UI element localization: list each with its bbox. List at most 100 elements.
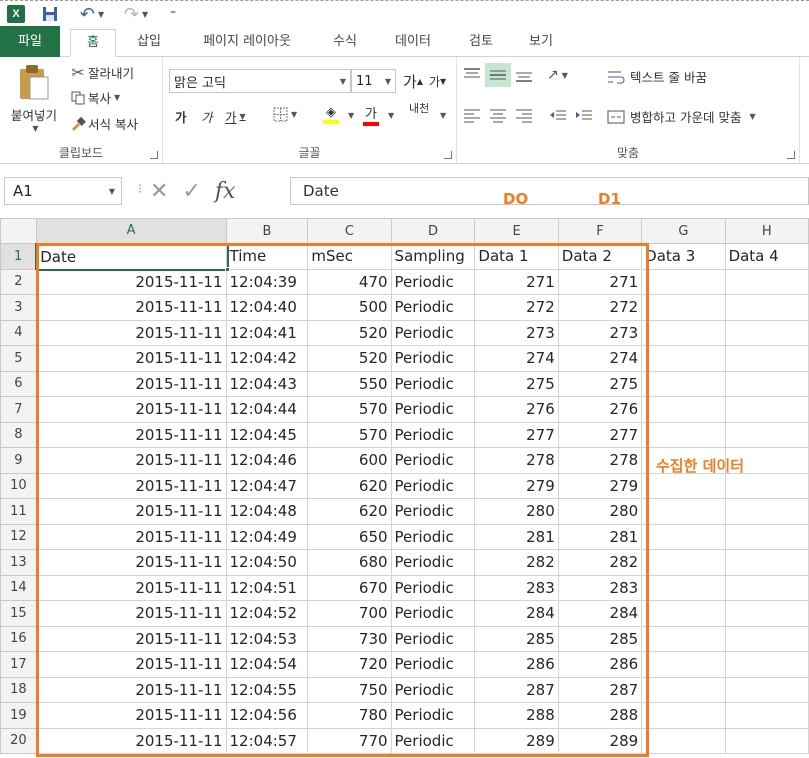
column-header-g[interactable]: G [641,218,726,244]
cell-h17[interactable] [724,651,809,678]
phonetic-dropdown-icon[interactable]: ▼ [440,111,446,120]
copy-button[interactable]: 복사 ▼ [68,88,120,107]
cell-a1[interactable]: Date [35,243,227,270]
borders-button[interactable]: ▼ [273,107,297,122]
cell-d7[interactable]: Periodic [390,396,476,423]
name-box[interactable]: A1 ▼ [4,177,122,205]
cell-h18[interactable] [724,676,809,703]
cell-c13[interactable]: 680 [307,549,392,576]
cell-e20[interactable]: 289 [474,727,559,754]
cell-a11[interactable]: 2015-11-11 [35,498,227,525]
cell-d3[interactable]: Periodic [390,294,476,321]
row-header[interactable]: 8 [0,421,37,448]
cell-e2[interactable]: 271 [474,268,559,295]
clipboard-dialog-launcher-icon[interactable] [150,151,158,159]
cell-f2[interactable]: 271 [557,268,643,295]
row-header[interactable]: 4 [0,319,37,346]
cell-h20[interactable] [724,727,809,754]
font-name-select[interactable]: 맑은 고딕 ▼ [169,69,351,93]
cell-h13[interactable] [724,549,809,576]
enter-icon[interactable]: ✓ [182,179,200,204]
row-header[interactable]: 9 [0,447,37,474]
cell-g2[interactable] [641,268,726,295]
cell-d16[interactable]: Periodic [390,625,476,652]
row-header[interactable]: 5 [0,345,37,372]
fill-handle[interactable] [225,267,230,272]
cell-b6[interactable]: 12:04:43 [225,370,309,397]
cell-b13[interactable]: 12:04:50 [225,549,309,576]
cell-e16[interactable]: 285 [474,625,559,652]
tab-insert[interactable]: 삽입 [124,29,174,57]
font-color-dropdown-icon[interactable]: ▼ [388,111,394,120]
cell-g4[interactable] [641,319,726,346]
cell-h6[interactable] [724,370,809,397]
cell-h1[interactable]: Data 4 [724,243,809,270]
cell-c20[interactable]: 770 [307,727,392,754]
cell-d6[interactable]: Periodic [390,370,476,397]
cell-g18[interactable] [641,676,726,703]
row-header[interactable]: 2 [0,268,37,295]
cell-h2[interactable] [724,268,809,295]
cell-g8[interactable] [641,421,726,448]
cell-c6[interactable]: 550 [307,370,392,397]
tab-page-layout[interactable]: 페이지 레이아웃 [184,29,310,57]
cell-h15[interactable] [724,600,809,627]
cell-e4[interactable]: 273 [474,319,559,346]
redo-button[interactable]: ↷ ▼ [120,4,152,25]
cell-d8[interactable]: Periodic [390,421,476,448]
cell-c5[interactable]: 520 [307,345,392,372]
cell-g20[interactable] [641,727,726,754]
cell-e10[interactable]: 279 [474,472,559,499]
cell-f15[interactable]: 284 [557,600,643,627]
cell-b7[interactable]: 12:04:44 [225,396,309,423]
cell-f13[interactable]: 282 [557,549,643,576]
cell-a2[interactable]: 2015-11-11 [35,268,227,295]
cell-a3[interactable]: 2015-11-11 [35,294,227,321]
cell-c18[interactable]: 750 [307,676,392,703]
cell-h10[interactable] [724,472,809,499]
cell-g17[interactable] [641,651,726,678]
column-header-h[interactable]: H [724,218,809,244]
cell-c10[interactable]: 620 [307,472,392,499]
cell-f4[interactable]: 273 [557,319,643,346]
tab-home[interactable]: 홈 [70,29,116,57]
underline-button[interactable]: 가 ▼ [225,107,246,126]
undo-button[interactable]: ↶ ▼ [76,4,108,25]
cell-e14[interactable]: 283 [474,574,559,601]
cell-a19[interactable]: 2015-11-11 [35,702,227,729]
cell-e5[interactable]: 274 [474,345,559,372]
cell-c11[interactable]: 620 [307,498,392,525]
insert-function-icon[interactable]: fx [215,179,236,204]
row-header[interactable]: 14 [0,574,37,601]
italic-button[interactable]: 가 [201,107,213,126]
cancel-icon[interactable]: ✕ [150,179,168,204]
cell-d17[interactable]: Periodic [390,651,476,678]
font-size-select[interactable]: 11 ▼ [351,69,396,93]
align-left-button[interactable] [463,107,481,123]
cell-d5[interactable]: Periodic [390,345,476,372]
cell-a10[interactable]: 2015-11-11 [35,472,227,499]
align-right-button[interactable] [515,107,533,123]
orientation-button[interactable]: ↗ ▼ [547,67,568,83]
cell-c8[interactable]: 570 [307,421,392,448]
cell-f10[interactable]: 279 [557,472,643,499]
row-header[interactable]: 15 [0,600,37,627]
row-header[interactable]: 19 [0,702,37,729]
format-painter-button[interactable]: 서식 복사 [68,114,138,133]
cell-c12[interactable]: 650 [307,523,392,550]
cell-b19[interactable]: 12:04:56 [225,702,309,729]
formula-input[interactable]: Date [290,177,809,205]
cell-g1[interactable]: Data 3 [641,243,726,270]
cell-d20[interactable]: Periodic [390,727,476,754]
column-header-b[interactable]: B [225,218,309,244]
cell-c1[interactable]: mSec [307,243,392,270]
cell-a7[interactable]: 2015-11-11 [35,396,227,423]
tab-view[interactable]: 보기 [516,29,566,57]
cell-e3[interactable]: 272 [474,294,559,321]
cell-c15[interactable]: 700 [307,600,392,627]
cell-b2[interactable]: 12:04:39 [225,268,309,295]
cell-f14[interactable]: 283 [557,574,643,601]
cell-f3[interactable]: 272 [557,294,643,321]
cell-d9[interactable]: Periodic [390,447,476,474]
align-center-button[interactable] [489,107,507,123]
